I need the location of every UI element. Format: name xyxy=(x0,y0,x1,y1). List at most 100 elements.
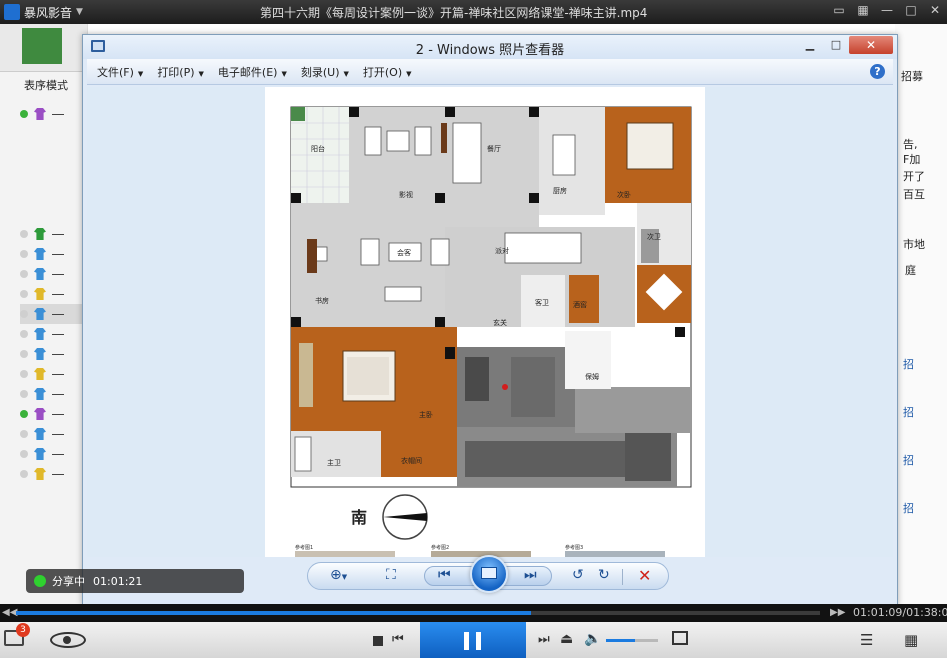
photo-canvas[interactable]: 阳台 餐厅 厨房 次卧 影视 会客 派对 次卫 书房 客卫 酒窖 玄关 保姆 主… xyxy=(87,87,893,557)
menu-print[interactable]: 打印(P) ▼ xyxy=(157,64,204,80)
background-text: 告, xyxy=(903,138,918,151)
skin-icon[interactable]: ▦ xyxy=(855,3,871,17)
list-item xyxy=(20,104,86,124)
room-label: 客卫 xyxy=(535,298,549,307)
playlist-icon[interactable]: ☰ xyxy=(860,631,873,649)
rotate-counterclockwise-icon[interactable]: ↺ xyxy=(572,567,584,583)
user-icon xyxy=(34,308,46,320)
user-icon xyxy=(34,228,46,240)
minimize-icon[interactable]: — xyxy=(879,3,895,17)
list-item xyxy=(20,344,86,364)
user-icon xyxy=(34,268,46,280)
user-icon xyxy=(34,448,46,460)
menu-file[interactable]: 文件(F) ▼ xyxy=(97,64,143,80)
eject-icon[interactable]: ⏏ xyxy=(560,631,573,647)
fullscreen-icon[interactable] xyxy=(672,631,688,645)
room-label: 派对 xyxy=(495,246,509,255)
previous-icon[interactable]: ⏮ xyxy=(438,567,451,583)
progress-fill xyxy=(16,611,531,615)
photo-viewer-menubar: 文件(F) ▼ 打印(P) ▼ 电子邮件(E) ▼ 刻录(U) ▼ 打开(O) ▼ ? xyxy=(87,59,893,85)
pause-button[interactable] xyxy=(420,622,526,658)
toolbar-divider xyxy=(622,569,623,585)
list-item xyxy=(20,364,86,384)
volume-slider[interactable] xyxy=(606,639,658,642)
photo-viewer-titlebar: 2 - Windows 照片查看器 ▁ □ ✕ xyxy=(83,35,897,59)
background-text: F加 xyxy=(903,153,921,166)
share-label: 分享中 xyxy=(52,575,85,588)
photo-viewer-toolbar: ⊕▼ ⛶ ⏮ ⏭ ↺ ↻ ✕ xyxy=(307,555,669,593)
list-item xyxy=(20,284,86,304)
share-status-icon xyxy=(34,575,46,587)
background-link: 招 xyxy=(903,358,914,371)
volume-icon[interactable]: 🔈 xyxy=(584,631,601,647)
message-icon[interactable]: ▭ xyxy=(831,3,847,17)
room-label: 阳台 xyxy=(311,144,325,153)
status-dot-icon xyxy=(20,330,28,338)
delete-icon[interactable]: ✕ xyxy=(638,566,651,585)
next-track-icon[interactable]: ⏭ xyxy=(538,632,550,647)
chevron-down-icon: ▼ xyxy=(281,69,287,78)
menu-burn[interactable]: 刻录(U) ▼ xyxy=(301,64,349,80)
maximize-icon[interactable]: □ xyxy=(823,36,849,54)
reference-label: 参考图2 xyxy=(431,544,449,551)
room-label: 主卧 xyxy=(419,410,433,419)
slideshow-icon xyxy=(481,567,497,579)
status-dot-icon xyxy=(20,110,28,118)
background-text: 市地 xyxy=(903,238,925,251)
room-label: 餐厅 xyxy=(487,144,501,153)
chevron-down-icon: ▼ xyxy=(406,69,412,78)
app-logo xyxy=(4,4,20,20)
reference-label: 参考图1 xyxy=(295,544,313,551)
status-dot-icon xyxy=(20,370,28,378)
room-label: 酒窖 xyxy=(573,300,587,309)
next-icon[interactable]: ⏭ xyxy=(524,567,537,583)
room-label: 会客 xyxy=(397,248,411,257)
pause-icon xyxy=(464,632,469,650)
close-icon[interactable]: ✕ xyxy=(927,3,943,17)
room-label: 保姆 xyxy=(585,372,599,381)
minimize-icon[interactable]: ▁ xyxy=(797,36,823,54)
control-bar: 3 ⏮ ⏭ ⏏ 🔈 ☰ ▦ xyxy=(0,622,947,658)
slideshow-button[interactable] xyxy=(470,555,508,593)
help-icon[interactable]: ? xyxy=(870,64,885,79)
list-item xyxy=(20,464,86,484)
notification-badge: 3 xyxy=(16,623,30,637)
room-label: 书房 xyxy=(315,296,329,305)
player-titlebar: 暴风影音 ▼ 第四十六期《每周设计案例一谈》开篇-禅味社区网络课堂-禅味主讲.m… xyxy=(0,0,947,24)
stop-icon[interactable] xyxy=(373,636,383,646)
menu-open[interactable]: 打开(O) ▼ xyxy=(363,64,412,80)
status-dot-icon xyxy=(20,230,28,238)
user-icon xyxy=(34,108,46,120)
actual-size-icon[interactable]: ⛶ xyxy=(386,567,396,583)
background-mode-label: 表序模式 xyxy=(24,79,68,92)
rotate-clockwise-icon[interactable]: ↻ xyxy=(598,567,610,583)
user-icon xyxy=(34,328,46,340)
menu-email[interactable]: 电子邮件(E) ▼ xyxy=(218,64,287,80)
status-dot-icon xyxy=(20,390,28,398)
previous-track-icon[interactable]: ⏮ xyxy=(392,632,404,647)
list-item xyxy=(20,244,86,264)
app-menu-button[interactable]: 暴风影音 ▼ xyxy=(0,4,110,21)
chevron-down-icon: ▼ xyxy=(198,69,204,78)
compass-label: 南 xyxy=(351,508,367,527)
video-frame[interactable]: 表序模式 招募 告, F加 开了 百互 市地 庭 招 招 招 招 2 - Win… xyxy=(0,24,947,604)
background-app-left: 表序模式 xyxy=(0,24,88,604)
progress-row: ◀◀ ▶▶ 01:01:09/01:38:02 xyxy=(0,604,947,622)
list-item xyxy=(20,324,86,344)
status-dot-icon xyxy=(20,470,28,478)
room-label: 次卧 xyxy=(617,190,631,199)
app-name: 暴风影音 xyxy=(24,5,73,20)
close-icon[interactable]: ✕ xyxy=(849,36,893,54)
status-dot-icon xyxy=(20,290,28,298)
progress-bar[interactable] xyxy=(16,611,820,615)
list-item xyxy=(20,404,86,424)
zoom-icon[interactable]: ⊕▼ xyxy=(330,567,347,583)
eye-icon[interactable] xyxy=(50,632,86,648)
maximize-icon[interactable]: □ xyxy=(903,3,919,17)
user-icon xyxy=(34,248,46,260)
media-title: 第四十六期《每周设计案例一谈》开篇-禅味社区网络课堂-禅味主讲.mp4 xyxy=(260,6,648,20)
list-item xyxy=(20,224,86,244)
background-link: 招 xyxy=(903,502,914,515)
apps-icon[interactable]: ▦ xyxy=(904,631,918,649)
fast-forward-icon[interactable]: ▶▶ xyxy=(830,607,845,618)
